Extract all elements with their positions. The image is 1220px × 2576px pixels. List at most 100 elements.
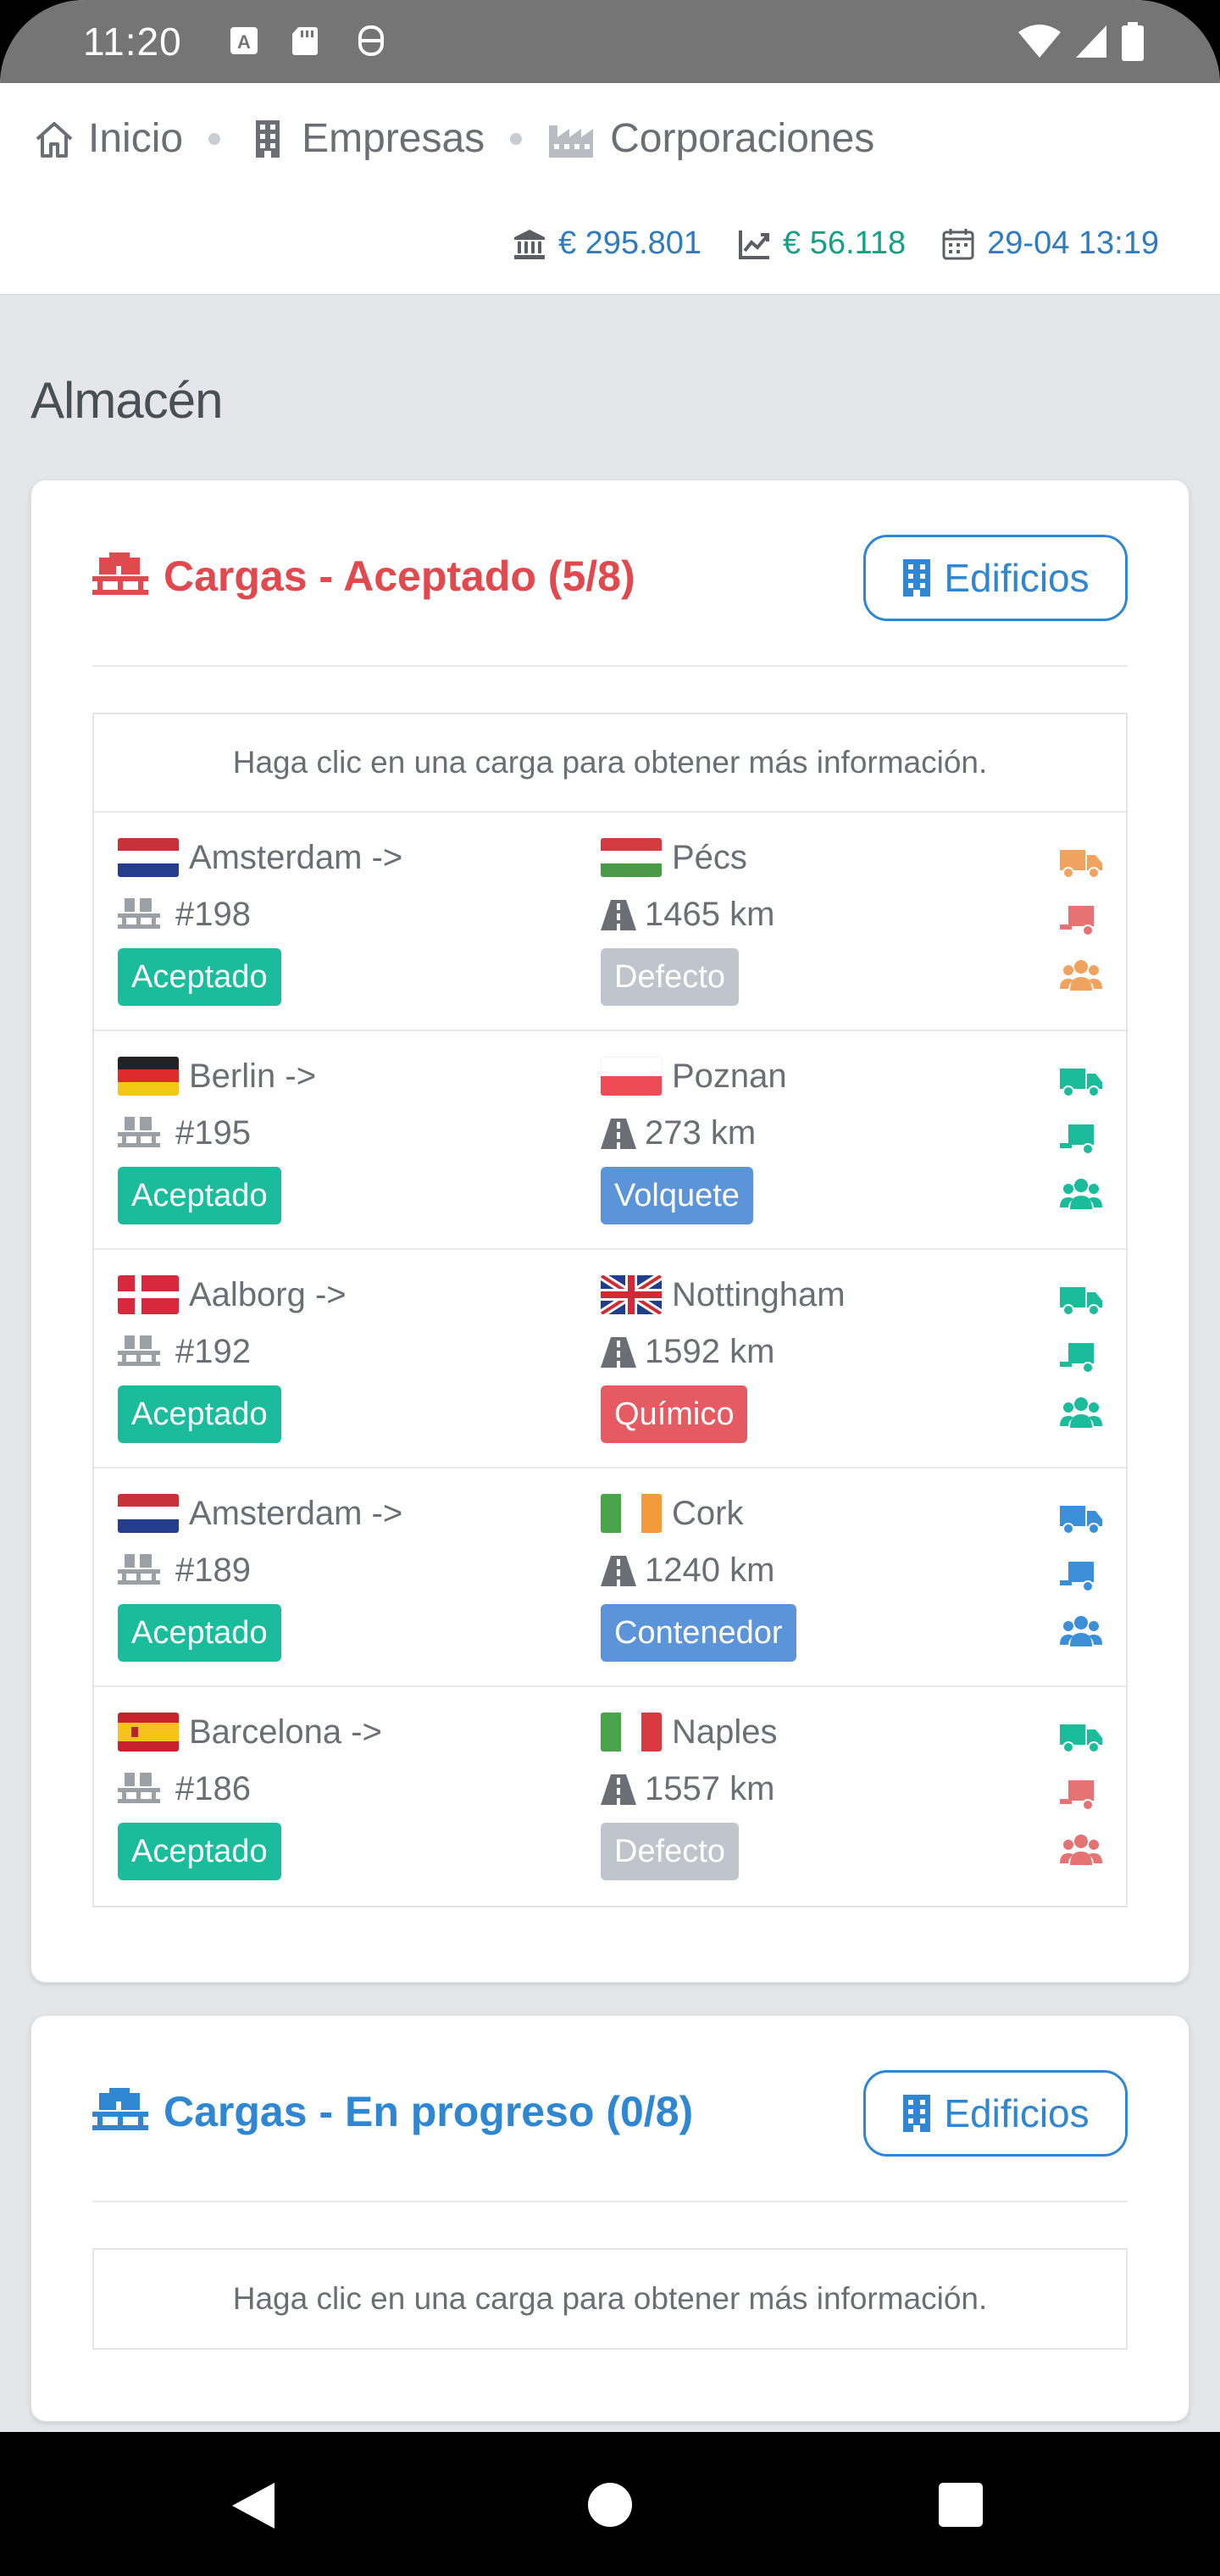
- load-number: #189: [175, 1552, 251, 1589]
- edificios-button-label: Edificios: [944, 556, 1090, 600]
- card-header: Cargas - En progreso (0/8) Edificios: [92, 2016, 1128, 2202]
- home-nav-icon[interactable]: [586, 2481, 634, 2529]
- bank-icon: [513, 229, 545, 259]
- cellular-signal-icon: [1076, 25, 1106, 58]
- profit-value: € 56.118: [783, 225, 907, 261]
- load-distance: 1557 km: [601, 1770, 774, 1808]
- battery-icon: [1122, 22, 1144, 61]
- status-badge: Aceptado: [118, 1823, 281, 1880]
- date-stat: 29-04 13:19: [941, 225, 1159, 262]
- load-destination: Poznan: [601, 1057, 787, 1096]
- truck-icon: [1060, 850, 1102, 879]
- load-destination: Naples: [601, 1713, 778, 1752]
- origin-city: Berlin ->: [189, 1057, 317, 1095]
- poland-flag-icon: [601, 1057, 662, 1096]
- edificios-button-label: Edificios: [944, 2091, 1090, 2135]
- load-id: #198: [118, 896, 251, 934]
- pallet-icon: [118, 1772, 160, 1803]
- loads-list: Haga clic en una carga para obtener más …: [92, 2248, 1128, 2350]
- building-icon: [903, 2095, 931, 2132]
- distance-value: 1557 km: [645, 1770, 775, 1807]
- destination-city: Cork: [672, 1494, 744, 1532]
- wifi-icon: [1018, 25, 1061, 58]
- header-stats: € 295.801 € 56.118 29-04 13:19: [477, 225, 1159, 262]
- load-row[interactable]: Berlin -> #195 Aceptado Poznan 273 km Vo…: [94, 1031, 1126, 1250]
- load-row[interactable]: Barcelona -> #186 Aceptado Naples 1557 k…: [94, 1687, 1126, 1906]
- destination-city: Pécs: [672, 838, 747, 876]
- load-origin: Amsterdam ->: [118, 838, 402, 877]
- loads-list: Haga clic en una carga para obtener más …: [92, 713, 1128, 1907]
- status-time: 11:20: [83, 19, 182, 64]
- calendar-icon: [942, 228, 974, 259]
- cargo-type-badge: Químico: [601, 1385, 748, 1443]
- card-title: Cargas - En progreso (0/8): [92, 2087, 693, 2136]
- breadcrumb-separator: [510, 132, 523, 145]
- pallet-icon: [118, 1335, 160, 1366]
- load-number: #198: [175, 896, 251, 933]
- road-icon: [601, 1774, 636, 1805]
- pallet-icon: [92, 552, 148, 595]
- breadcrumb-item-empresas[interactable]: Empresas: [246, 115, 485, 162]
- recents-icon[interactable]: [939, 2483, 983, 2527]
- origin-city: Amsterdam ->: [189, 1494, 403, 1532]
- status-badge: Aceptado: [118, 1385, 281, 1443]
- bank-balance-value: € 295.801: [557, 225, 702, 261]
- bank-balance: € 295.801: [513, 225, 702, 262]
- load-origin: Berlin ->: [118, 1057, 316, 1096]
- keyboard-notification-icon: A: [230, 27, 258, 54]
- app-header: Inicio Empresas Corporaciones € 295.801 …: [0, 83, 1220, 295]
- denmark-flag-icon: [118, 1275, 179, 1314]
- page-title: Almacén: [30, 372, 223, 429]
- back-icon[interactable]: [230, 2481, 276, 2530]
- edificios-button[interactable]: Edificios: [863, 535, 1128, 621]
- breadcrumb-separator: [208, 132, 221, 145]
- distance-value: 273 km: [645, 1114, 757, 1152]
- pallet-icon: [118, 1116, 160, 1147]
- card-title-text: Cargas - En progreso (0/8): [164, 2088, 694, 2135]
- distance-value: 1592 km: [645, 1333, 775, 1370]
- users-icon: [1060, 1179, 1102, 1209]
- load-distance: 1240 km: [601, 1552, 774, 1590]
- trailer-icon: [1060, 1124, 1094, 1155]
- home-icon: [36, 121, 73, 158]
- load-row[interactable]: Amsterdam -> #198 Aceptado Pécs 1465 km …: [94, 813, 1126, 1031]
- cargo-type-badge: Contenedor: [601, 1604, 796, 1662]
- truck-icon: [1060, 1506, 1102, 1535]
- users-icon: [1060, 1397, 1102, 1428]
- load-origin: Amsterdam ->: [118, 1494, 402, 1533]
- road-icon: [601, 1555, 636, 1586]
- load-id: #195: [118, 1114, 251, 1152]
- users-icon: [1060, 1835, 1102, 1865]
- cargo-type-badge: Defecto: [601, 1823, 739, 1880]
- card-loads-in-progress: Cargas - En progreso (0/8) Edificios Hag…: [30, 2015, 1190, 2422]
- status-badge: Aceptado: [118, 1604, 281, 1662]
- origin-city: Amsterdam ->: [189, 838, 403, 876]
- load-destination: Pécs: [601, 838, 747, 877]
- load-row[interactable]: Amsterdam -> #189 Aceptado Cork 1240 km …: [94, 1468, 1126, 1687]
- card-header: Cargas - Aceptado (5/8) Edificios: [92, 480, 1128, 667]
- load-destination: Cork: [601, 1494, 743, 1533]
- users-icon: [1060, 1616, 1102, 1646]
- date-value: 29-04 13:19: [987, 225, 1159, 261]
- load-distance: 273 km: [601, 1114, 756, 1152]
- industry-icon: [549, 125, 594, 158]
- breadcrumb-item-corporaciones[interactable]: Corporaciones: [547, 115, 874, 162]
- pallet-icon: [118, 897, 160, 929]
- uk-flag-icon: [601, 1275, 662, 1314]
- list-hint: Haga clic en una carga para obtener más …: [94, 714, 1126, 813]
- breadcrumb-item-inicio[interactable]: Inicio: [32, 115, 183, 162]
- card-loads-accepted: Cargas - Aceptado (5/8) Edificios Haga c…: [30, 480, 1190, 1983]
- status-badge: Aceptado: [118, 948, 281, 1006]
- hungary-flag-icon: [601, 838, 662, 877]
- netherlands-flag-icon: [118, 838, 179, 877]
- truck-icon: [1060, 1724, 1102, 1753]
- users-icon: [1060, 960, 1102, 991]
- road-icon: [601, 1118, 636, 1149]
- trailer-icon: [1060, 1343, 1094, 1374]
- edificios-button[interactable]: Edificios: [863, 2070, 1128, 2157]
- spain-flag-icon: [118, 1713, 179, 1752]
- status-bar: 11:20 A: [0, 0, 1220, 83]
- load-row[interactable]: Aalborg -> #192 Aceptado Nottingham 1592…: [94, 1250, 1126, 1468]
- sd-card-icon: [292, 27, 318, 55]
- load-id: #186: [118, 1770, 251, 1808]
